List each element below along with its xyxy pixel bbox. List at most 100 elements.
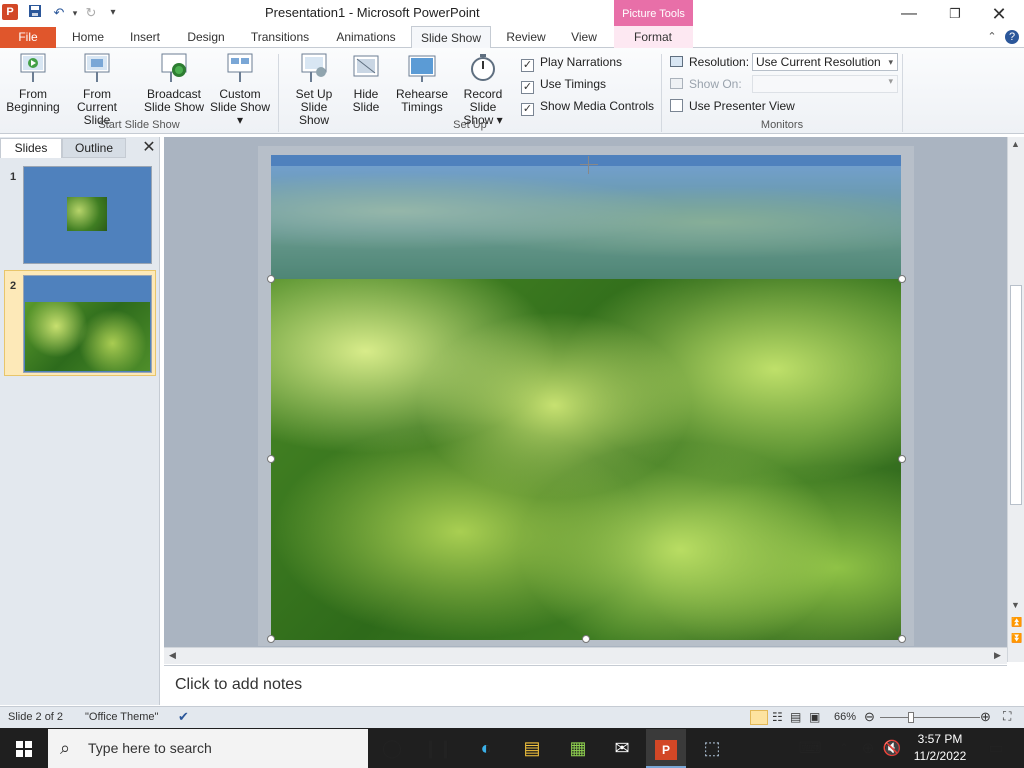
- windows-start-icon[interactable]: [4, 729, 44, 768]
- hide-slide-icon: [353, 55, 379, 77]
- presenter-view-label: Use Presenter View: [689, 99, 795, 113]
- resize-handle[interactable]: [582, 635, 590, 643]
- keyboard-icon[interactable]: ⌨: [790, 729, 830, 768]
- broadcast-slide-show-button[interactable]: Broadcast Slide Show: [142, 52, 206, 116]
- zoom-level[interactable]: 66%: [834, 711, 856, 723]
- scroll-up-icon[interactable]: ▲: [1011, 139, 1020, 149]
- rehearse-timings-button[interactable]: Rehearse Timings: [394, 52, 450, 116]
- tab-format[interactable]: Format: [622, 26, 684, 48]
- previous-slide-icon[interactable]: ⏫: [1011, 617, 1022, 628]
- resize-handle[interactable]: [898, 275, 906, 283]
- scroll-down-icon[interactable]: ▼: [1011, 600, 1020, 610]
- show-on-dropdown[interactable]: ▾: [752, 75, 898, 93]
- next-slide-icon[interactable]: ⏬: [1011, 633, 1022, 644]
- close-pane-icon[interactable]: ✕: [140, 139, 158, 157]
- resolution-dropdown[interactable]: Use Current Resolution ▾: [752, 53, 898, 71]
- vertical-scrollbar[interactable]: ▲ ▼ ⏫ ⏬: [1007, 137, 1024, 662]
- notes-pane[interactable]: Click to add notes: [164, 665, 1007, 706]
- hedge-picture[interactable]: [271, 279, 901, 640]
- minimize-button[interactable]: —: [886, 2, 932, 26]
- maximize-button[interactable]: ❐: [932, 2, 978, 26]
- spell-check-icon[interactable]: ✔: [178, 709, 189, 725]
- tab-transitions[interactable]: Transitions: [244, 26, 316, 48]
- set-up-slide-show-button[interactable]: Set Up Slide Show: [284, 52, 344, 127]
- zoom-out-icon[interactable]: ⊖: [864, 709, 875, 725]
- tab-review[interactable]: Review: [500, 26, 552, 48]
- powerpoint-taskbar-icon[interactable]: P: [646, 729, 686, 768]
- slide-thumbnail-1[interactable]: [23, 166, 152, 264]
- tab-animations[interactable]: Animations: [328, 26, 404, 48]
- picture-overflow-region: [271, 166, 901, 279]
- zoom-slider[interactable]: [880, 717, 980, 718]
- normal-view-icon[interactable]: [750, 710, 768, 725]
- microsoft-store-icon[interactable]: ▦: [558, 729, 598, 768]
- tab-outline[interactable]: Outline: [62, 138, 126, 158]
- chevron-down-icon: ▾: [888, 57, 893, 67]
- show-hidden-icons-icon[interactable]: ⌃: [832, 729, 856, 768]
- fit-to-window-icon[interactable]: ⛶: [1003, 709, 1011, 724]
- clock[interactable]: 3:57 PM 11/2/2022: [908, 731, 972, 767]
- tab-file[interactable]: File: [0, 27, 56, 48]
- resize-handle[interactable]: [267, 635, 275, 643]
- customize-toolbar-icon[interactable]: ▾: [104, 4, 122, 22]
- app-installer-icon[interactable]: ⬚: [692, 729, 732, 768]
- edge-browser-icon[interactable]: ◐: [466, 729, 506, 768]
- zoom-slider-thumb[interactable]: [908, 712, 914, 723]
- minimize-ribbon-icon[interactable]: ⌃: [985, 30, 999, 44]
- start-slide-show-group-label: Start Slide Show: [98, 119, 180, 131]
- scroll-right-icon[interactable]: ▶: [994, 650, 1001, 661]
- file-explorer-icon[interactable]: ▤: [512, 729, 552, 768]
- broadcast-icon: [161, 53, 187, 82]
- help-icon[interactable]: ?: [1005, 30, 1019, 44]
- task-view-icon[interactable]: ❙❙: [418, 729, 458, 768]
- hide-label-2: Slide: [352, 100, 380, 114]
- record-slide-show-button[interactable]: Record Slide Show ▾: [450, 52, 516, 127]
- close-button[interactable]: ✕: [976, 2, 1022, 26]
- resize-handle[interactable]: [267, 275, 275, 283]
- tab-slides[interactable]: Slides: [0, 138, 62, 158]
- show-media-controls-checkbox[interactable]: ✓ Show Media Controls: [521, 98, 654, 116]
- group-separator: [902, 54, 903, 132]
- scroll-left-icon[interactable]: ◀: [169, 650, 176, 661]
- tab-design[interactable]: Design: [180, 26, 232, 48]
- zoom-in-icon[interactable]: ⊕: [980, 709, 991, 725]
- notifications-icon[interactable]: ▭: [976, 729, 1016, 768]
- slide-show-view-icon[interactable]: ▣: [809, 710, 820, 724]
- tab-slide-show[interactable]: Slide Show: [411, 26, 491, 49]
- resize-handle[interactable]: [267, 455, 275, 463]
- broadcast-label-2: Slide Show: [143, 100, 205, 114]
- slide-thumbnail-2[interactable]: [23, 275, 152, 373]
- resize-handle[interactable]: [898, 635, 906, 643]
- resize-handle[interactable]: [898, 455, 906, 463]
- volume-muted-icon[interactable]: 🔇: [880, 729, 904, 768]
- redo-icon[interactable]: ↻: [82, 4, 100, 22]
- cortana-icon[interactable]: ◯: [372, 729, 412, 768]
- from-beginning-label-1: From: [19, 87, 47, 101]
- tab-view[interactable]: View: [562, 26, 606, 48]
- from-current-slide-button[interactable]: From Current Slide: [62, 52, 132, 127]
- resolution-label: Resolution:: [689, 55, 750, 69]
- powerpoint-app-icon[interactable]: P: [2, 4, 18, 20]
- tab-insert[interactable]: Insert: [122, 26, 168, 48]
- play-narrations-checkbox[interactable]: ✓ Play Narrations: [521, 54, 622, 72]
- tab-home[interactable]: Home: [64, 26, 112, 48]
- rehearse-icon: [408, 55, 436, 82]
- hide-slide-button[interactable]: Hide Slide: [344, 52, 388, 116]
- network-icon[interactable]: ⊕: [856, 729, 880, 768]
- window-title: Presentation1 - Microsoft PowerPoint: [265, 5, 480, 20]
- from-beginning-button[interactable]: From Beginning: [4, 52, 62, 116]
- taskbar-search-box[interactable]: ⌕ Type here to search: [48, 729, 368, 768]
- use-timings-checkbox[interactable]: ✓ Use Timings: [521, 76, 606, 94]
- hide-label-1: Hide: [353, 87, 379, 101]
- theme-name: "Office Theme": [85, 711, 159, 723]
- search-placeholder: Type here to search: [88, 740, 212, 756]
- save-icon[interactable]: [26, 4, 44, 22]
- reading-view-icon[interactable]: ▤: [790, 710, 801, 724]
- show-media-label: Show Media Controls: [540, 99, 655, 113]
- custom-slide-show-button[interactable]: Custom Slide Show ▾: [206, 52, 274, 127]
- mail-icon[interactable]: ✉: [602, 729, 642, 768]
- slide-sorter-icon[interactable]: ☷: [772, 710, 783, 724]
- scroll-thumb[interactable]: [1010, 285, 1022, 505]
- horizontal-scrollbar[interactable]: ◀ ▶: [164, 647, 1007, 664]
- use-presenter-view-checkbox[interactable]: Use Presenter View: [670, 98, 795, 116]
